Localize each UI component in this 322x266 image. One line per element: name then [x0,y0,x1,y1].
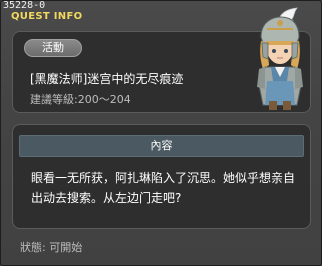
content-header: 內容 [19,135,304,157]
quest-content-panel: 內容 眼看一无所获，阿扎琳陷入了沉思。她似乎想亲自出动去搜索。从左边门走吧? [12,124,311,229]
quest-status: 狀態: 可開始 [20,241,83,254]
content-description: 眼看一无所获，阿扎琳陷入了沉思。她似乎想亲自出动去搜索。从左边门走吧? [31,171,296,205]
npc-portrait-icon [257,7,303,110]
recommended-level-label: 建議等級: [30,93,78,106]
quest-name: [黑魔法师]迷宫中的无尽痕迹 [30,72,184,86]
quest-category-badge: 活動 [24,39,82,57]
window-id-label: 35228-0 [3,0,46,11]
recommended-level-range: 200～204 [77,93,131,106]
window-title: QUEST INFO [11,11,83,22]
recommended-level: 建議等級:200～204 [30,91,131,107]
quest-info-window: 35228-0 QUEST INFO 活動 [黑魔法师]迷宫中的无尽痕迹 建議等… [0,0,322,266]
